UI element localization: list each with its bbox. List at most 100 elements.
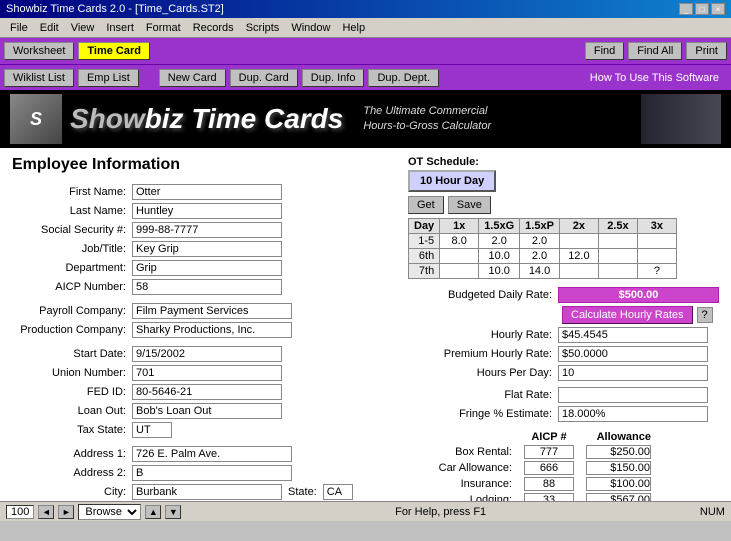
dup-info-button[interactable]: Dup. Info (302, 69, 365, 87)
ot-cell[interactable] (598, 264, 637, 279)
right-panel: OT Schedule: 10 Hour Day Get Save Day 1x… (408, 156, 719, 493)
time-card-button[interactable]: Time Card (78, 42, 150, 60)
ot-cell[interactable] (598, 234, 637, 249)
worksheet-button[interactable]: Worksheet (4, 42, 74, 60)
start-date-row: Start Date: (12, 346, 392, 362)
box-rental-amount[interactable] (580, 444, 657, 460)
menu-window[interactable]: Window (285, 20, 336, 36)
aicp-number-input[interactable] (132, 279, 282, 295)
loan-out-input[interactable] (132, 403, 282, 419)
menu-format[interactable]: Format (140, 20, 187, 36)
start-date-input[interactable] (132, 346, 282, 362)
first-name-input[interactable] (132, 184, 282, 200)
ot-row-1-5: 1-5 (409, 234, 677, 249)
ot-cell[interactable] (479, 249, 520, 264)
address1-input[interactable] (132, 446, 292, 462)
print-button[interactable]: Print (686, 42, 727, 60)
nav-prev-button[interactable]: ◄ (38, 505, 54, 519)
payroll-input[interactable] (132, 303, 292, 319)
address2-input[interactable] (132, 465, 292, 481)
ot-row-7th: 7th ? (409, 264, 677, 279)
box-rental-label: Box Rental: (408, 444, 518, 460)
ot-cell[interactable] (479, 234, 520, 249)
lodging-aicp[interactable] (518, 492, 580, 501)
menu-view[interactable]: View (65, 20, 101, 36)
find-all-button[interactable]: Find All (628, 42, 682, 60)
close-button[interactable]: × (711, 3, 725, 15)
menu-scripts[interactable]: Scripts (240, 20, 286, 36)
ot-cell[interactable] (520, 264, 560, 279)
production-label: Production Company: (12, 324, 132, 336)
calc-help-icon[interactable]: ? (697, 307, 713, 323)
flat-rate-input[interactable] (558, 387, 708, 403)
ssn-label: Social Security #: (12, 224, 132, 236)
hourly-rate-input[interactable] (558, 327, 708, 343)
ot-cell[interactable] (637, 249, 676, 264)
minimize-button[interactable]: _ (679, 3, 693, 15)
tax-state-input[interactable] (132, 422, 172, 438)
budgeted-daily-input[interactable] (558, 287, 719, 303)
ot-cell[interactable] (559, 234, 598, 249)
ot-col-15p: 1.5xP (520, 219, 560, 234)
browse-select[interactable]: Browse Find (78, 504, 141, 520)
toolbar1: Worksheet Time Card Find Find All Print (0, 38, 731, 64)
premium-rate-input[interactable] (558, 346, 708, 362)
job-title-input[interactable] (132, 241, 282, 257)
ot-cell[interactable] (559, 249, 598, 264)
ot-cell[interactable] (520, 249, 560, 264)
find-button[interactable]: Find (585, 42, 624, 60)
dup-dept-button[interactable]: Dup. Dept. (368, 69, 439, 87)
nav-up-button[interactable]: ▲ (145, 505, 161, 519)
ot-get-button[interactable]: Get (408, 196, 444, 214)
ot-cell[interactable] (479, 264, 520, 279)
department-input[interactable] (132, 260, 282, 276)
insurance-amount[interactable] (580, 476, 657, 492)
ot-col-15g: 1.5xG (479, 219, 520, 234)
ot-cell[interactable] (637, 234, 676, 249)
ot-day-button[interactable]: 10 Hour Day (408, 170, 496, 192)
menu-file[interactable]: File (4, 20, 34, 36)
menu-edit[interactable]: Edit (34, 20, 65, 36)
production-input[interactable] (132, 322, 292, 338)
state-input[interactable] (323, 484, 353, 500)
menu-insert[interactable]: Insert (100, 20, 140, 36)
maximize-button[interactable]: □ (695, 3, 709, 15)
ot-cell[interactable] (598, 249, 637, 264)
nav-next-button[interactable]: ► (58, 505, 74, 519)
menu-records[interactable]: Records (187, 20, 240, 36)
menu-help[interactable]: Help (336, 20, 371, 36)
union-input[interactable] (132, 365, 282, 381)
calculate-hourly-button[interactable]: Calculate Hourly Rates (562, 306, 693, 324)
budgeted-daily-label: Budgeted Daily Rate: (408, 289, 558, 301)
ssn-input[interactable] (132, 222, 282, 238)
wiklist-list-button[interactable]: Wiklist List (4, 69, 74, 87)
window-controls[interactable]: _ □ × (679, 3, 725, 15)
city-input[interactable] (132, 484, 282, 500)
car-allow-amount[interactable] (580, 460, 657, 476)
ot-cell[interactable] (559, 264, 598, 279)
fringe-input[interactable] (558, 406, 708, 422)
ot-cell[interactable] (440, 234, 479, 249)
dup-card-button[interactable]: Dup. Card (230, 69, 298, 87)
box-rental-aicp[interactable] (518, 444, 580, 460)
loan-out-label: Loan Out: (12, 405, 132, 417)
nav-down-button[interactable]: ▼ (165, 505, 181, 519)
city-row: City: State: (12, 484, 392, 500)
ot-save-button[interactable]: Save (448, 196, 491, 214)
ot-cell[interactable] (440, 264, 479, 279)
insurance-aicp[interactable] (518, 476, 580, 492)
emp-list-button[interactable]: Emp List (78, 69, 139, 87)
hours-per-day-input[interactable] (558, 365, 708, 381)
allow-col-amount: Allowance (580, 430, 657, 444)
ot-col-2x: 2x (559, 219, 598, 234)
last-name-input[interactable] (132, 203, 282, 219)
fed-id-input[interactable] (132, 384, 282, 400)
union-label: Union Number: (12, 367, 132, 379)
new-card-button[interactable]: New Card (159, 69, 226, 87)
payroll-row: Payroll Company: (12, 303, 392, 319)
ot-cell[interactable] (520, 234, 560, 249)
car-allow-aicp[interactable] (518, 460, 580, 476)
ot-cell[interactable] (440, 249, 479, 264)
department-row: Department: (12, 260, 392, 276)
lodging-amount[interactable] (580, 492, 657, 501)
